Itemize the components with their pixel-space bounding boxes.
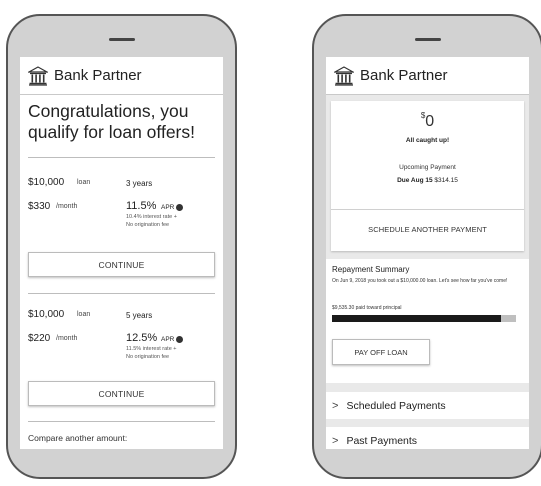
app-title: Bank Partner bbox=[360, 67, 448, 84]
bank-icon bbox=[334, 65, 354, 86]
offer-term: 5 years bbox=[126, 311, 153, 320]
offer-monthly-unit: /month bbox=[56, 335, 78, 342]
offer-fee-note: No origination fee bbox=[126, 222, 170, 228]
scheduled-payments-label: Scheduled Payments bbox=[346, 399, 446, 412]
balance-value: 0 bbox=[425, 113, 435, 130]
offer-monthly-amount: $220 bbox=[28, 333, 51, 344]
speaker-slot bbox=[108, 38, 135, 41]
past-payments-row[interactable]: > Past Payments bbox=[326, 427, 529, 449]
chevron-right-icon: > bbox=[332, 434, 339, 447]
summary-title: Repayment Summary bbox=[332, 265, 410, 274]
summary-description: On Jun 9, 2018 you took out a $10,000.00… bbox=[332, 278, 508, 284]
offer-apr-value: 11.5% bbox=[126, 200, 157, 212]
offer-apr-label: APR bbox=[161, 204, 175, 211]
offer-loan-amount: $10,000 bbox=[28, 177, 65, 188]
phone-loan-offers: Bank Partner Congratulations, you qualif… bbox=[6, 14, 237, 479]
continue-button[interactable]: CONTINUE bbox=[28, 252, 215, 277]
offer-monthly-amount: $330 bbox=[28, 201, 51, 212]
compare-amount-link[interactable]: Compare another amount: bbox=[28, 433, 127, 443]
continue-button[interactable]: CONTINUE bbox=[28, 381, 215, 406]
upcoming-payment-label: Upcoming Payment bbox=[399, 164, 456, 171]
offer-term: 3 years bbox=[126, 179, 153, 188]
divider bbox=[28, 293, 215, 294]
chevron-right-icon: > bbox=[332, 399, 339, 412]
pay-off-loan-button[interactable]: PAY OFF LOAN bbox=[332, 339, 430, 365]
due-date: Due Aug 15 bbox=[397, 177, 433, 184]
divider bbox=[28, 157, 215, 158]
screen-account-overview: Bank Partner $0 All caught up! Upcoming … bbox=[326, 57, 529, 449]
speaker-slot bbox=[414, 38, 441, 41]
offers-headline: Congratulations, you qualify for loan of… bbox=[28, 101, 195, 142]
due-date-line: Due Aug 15 $314.15 bbox=[331, 177, 524, 184]
repayment-progress-bar bbox=[332, 315, 516, 322]
app-title: Bank Partner bbox=[54, 67, 142, 84]
info-icon[interactable] bbox=[176, 336, 183, 343]
divider bbox=[331, 209, 524, 210]
app-header: Bank Partner bbox=[326, 57, 529, 95]
balance-amount: $0 bbox=[331, 111, 524, 131]
repayment-progress-fill bbox=[332, 315, 502, 322]
schedule-payment-button[interactable]: SCHEDULE ANOTHER PAYMENT bbox=[331, 225, 524, 234]
principal-paid-text: $9,535.30 paid toward principal bbox=[332, 305, 402, 311]
offer-monthly-unit: /month bbox=[56, 203, 78, 210]
loan-offers-body: Congratulations, you qualify for loan of… bbox=[20, 95, 223, 449]
offer-apr-value: 12.5% bbox=[126, 332, 158, 344]
caught-up-status: All caught up! bbox=[405, 137, 450, 144]
offer-rate-note: 11.5% interest rate + bbox=[126, 346, 177, 352]
repayment-summary-card: Repayment Summary On Jun 9, 2018 you too… bbox=[326, 259, 529, 383]
balance-card: $0 All caught up! Upcoming Payment Due A… bbox=[331, 101, 524, 251]
info-icon[interactable] bbox=[176, 204, 183, 211]
offer-loan-unit: loan bbox=[77, 179, 91, 186]
app-header: Bank Partner bbox=[20, 57, 223, 95]
offer-rate-note: 10.4% interest rate + bbox=[126, 214, 177, 220]
offer-loan-unit: loan bbox=[77, 311, 91, 318]
bank-icon bbox=[28, 65, 48, 86]
due-amount: $314.15 bbox=[434, 177, 458, 184]
offer-loan-amount: $10,000 bbox=[28, 309, 65, 320]
screen-loan-offers: Bank Partner Congratulations, you qualif… bbox=[20, 57, 223, 449]
offer-fee-note: No origination fee bbox=[126, 354, 170, 360]
past-payments-label: Past Payments bbox=[346, 434, 418, 447]
scheduled-payments-row[interactable]: > Scheduled Payments bbox=[326, 392, 529, 419]
divider bbox=[28, 421, 215, 422]
offer-apr-label: APR bbox=[161, 336, 175, 343]
phone-account-overview: Bank Partner $0 All caught up! Upcoming … bbox=[312, 14, 541, 479]
